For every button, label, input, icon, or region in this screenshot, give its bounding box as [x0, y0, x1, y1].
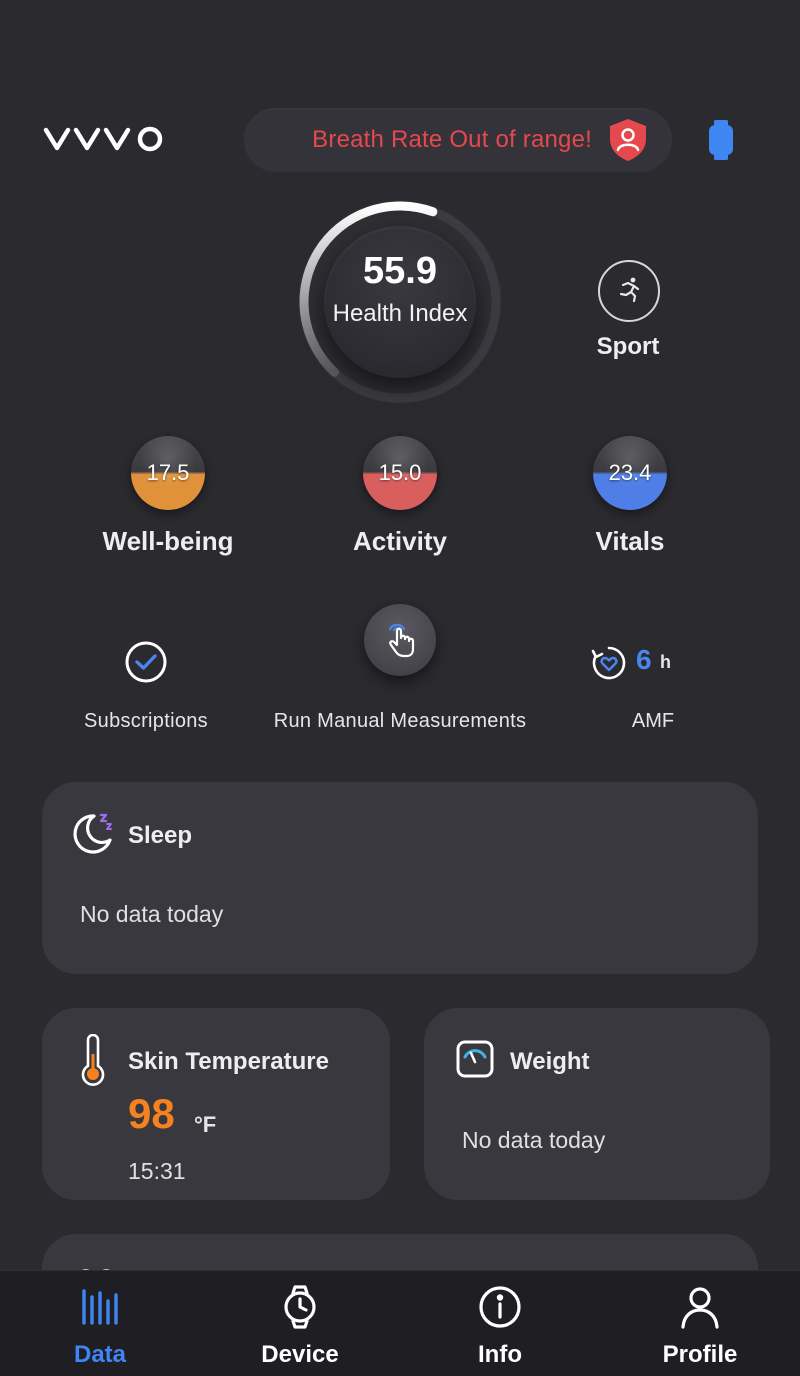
running-person-icon [614, 274, 644, 309]
weight-card[interactable]: Weight No data today [424, 1008, 770, 1200]
info-icon [478, 1285, 522, 1329]
sport-button[interactable] [598, 260, 660, 322]
sleep-status: No data today [80, 901, 224, 927]
run-manual-measurements-label[interactable]: Run Manual Measurements [240, 710, 560, 733]
score-label: Activity [353, 526, 447, 556]
score-ball-well-being[interactable]: 17.5 [131, 436, 205, 510]
logo-text: vyvo [42, 118, 45, 119]
nav-tab-data[interactable]: Data [0, 1271, 200, 1376]
nav-tab-device[interactable]: Device [200, 1271, 400, 1376]
nav-tab-profile[interactable]: Profile [600, 1271, 800, 1376]
weight-title: Weight [510, 1048, 590, 1075]
bar-chart-icon [78, 1285, 122, 1329]
skin-temperature-title: Skin Temperature [128, 1048, 329, 1075]
nav-label-data: Data [73, 1341, 127, 1368]
alert-banner[interactable]: Breath Rate Out of range! [244, 108, 672, 172]
health-index-label: Health Index [332, 300, 468, 327]
thermometer-icon [78, 1033, 108, 1088]
skin-temperature-time: 15:31 [128, 1158, 186, 1184]
user-icon [678, 1285, 722, 1329]
score-value: 15.0 [378, 460, 422, 485]
nav-label-info: Info [478, 1341, 522, 1368]
amf-value: 6 [636, 644, 652, 675]
score-value: 23.4 [608, 460, 652, 485]
nav-label-device: Device [261, 1341, 339, 1368]
shield-user-icon [606, 117, 650, 163]
subscriptions-check-icon[interactable] [124, 640, 168, 684]
skin-temperature-card[interactable]: Skin Temperature 98 °F 15:31 [42, 1008, 390, 1200]
watch-icon[interactable] [706, 120, 736, 160]
tap-hand-icon [380, 617, 420, 664]
vyvo-logo: vyvo [42, 118, 168, 158]
score-label: Well-being [102, 526, 234, 556]
skin-temperature-unit: °F [194, 1112, 217, 1137]
smartwatch-icon [278, 1285, 322, 1329]
sport-label: Sport [596, 333, 660, 360]
score-label: Vitals [595, 526, 665, 556]
bottom-nav: Data Device Info Profile [0, 1270, 800, 1376]
amf-heart-cycle-icon[interactable] [590, 644, 628, 682]
sleep-title: Sleep [128, 822, 193, 849]
amf-label: AMF [631, 710, 675, 732]
sleep-card[interactable]: Sleep No data today [42, 782, 758, 974]
scale-icon [456, 1040, 494, 1078]
moon-icon [68, 810, 116, 858]
score-ball-vitals[interactable]: 23.4 [593, 436, 667, 510]
weight-status: No data today [462, 1127, 606, 1153]
health-index-gauge[interactable]: 55.9 Health Index [290, 192, 510, 412]
nav-label-profile: Profile [662, 1341, 738, 1368]
run-manual-measurements-button[interactable] [364, 604, 436, 676]
score-ball-activity[interactable]: 15.0 [363, 436, 437, 510]
score-value: 17.5 [146, 460, 190, 485]
nav-tab-info[interactable]: Info [400, 1271, 600, 1376]
alert-text: Breath Rate Out of range! [312, 126, 592, 153]
amf-unit: h [660, 652, 671, 672]
health-index-value: 55.9 [363, 250, 437, 292]
subscriptions-label[interactable]: Subscriptions [66, 710, 226, 733]
skin-temperature-value: 98 [128, 1090, 175, 1137]
